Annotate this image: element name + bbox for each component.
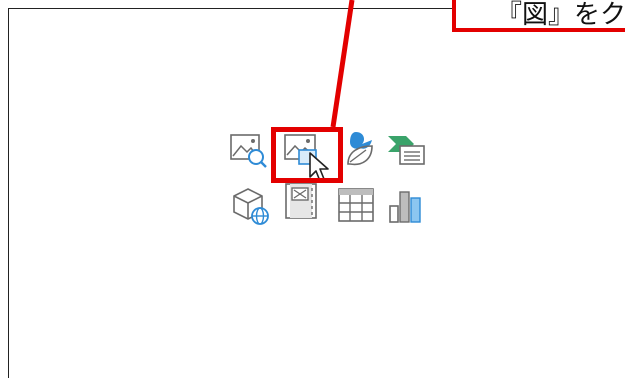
chart-icon[interactable] xyxy=(386,186,426,226)
instruction-text: 『図』をク xyxy=(496,0,625,30)
video-icon[interactable] xyxy=(282,182,322,222)
online-pictures-icon[interactable] xyxy=(228,130,268,170)
instruction-callout: 『図』をク xyxy=(452,0,625,32)
smartart-icon[interactable] xyxy=(386,130,426,170)
icons-icon[interactable] xyxy=(338,128,378,168)
pictures-highlight xyxy=(271,127,343,183)
3d-models-icon[interactable] xyxy=(230,186,270,226)
table-icon[interactable] xyxy=(336,186,376,226)
